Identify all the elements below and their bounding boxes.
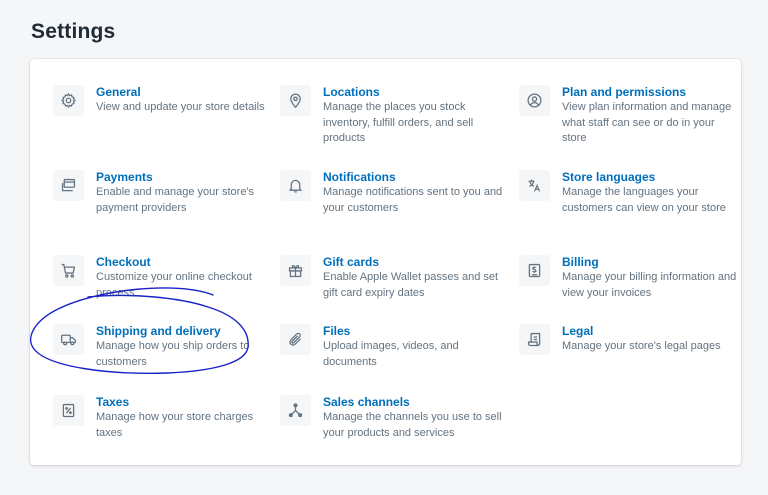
settings-item-description: Manage your store's legal pages xyxy=(562,340,721,352)
translate-icon xyxy=(519,170,550,201)
settings-item-title: Legal xyxy=(562,324,594,338)
page-title: Settings xyxy=(31,20,116,43)
settings-item-title: Shipping and delivery xyxy=(96,324,221,338)
settings-item-description: Enable Apple Wallet passes and set gift … xyxy=(323,271,499,299)
settings-page: Settings General View and update your st… xyxy=(0,0,768,495)
settings-item-title: Checkout xyxy=(96,255,151,269)
settings-item-title: Gift cards xyxy=(323,255,380,269)
settings-item-description: Manage the languages your customers can … xyxy=(562,186,726,214)
tax-icon xyxy=(53,395,84,426)
settings-card: General View and update your store detai… xyxy=(30,59,741,465)
settings-item-description: Manage the channels you use to sell your… xyxy=(323,411,502,439)
billing-icon xyxy=(519,255,550,286)
settings-item-description: View plan information and manage what st… xyxy=(562,101,732,144)
settings-item-title: General xyxy=(96,85,141,99)
settings-item-title: Sales channels xyxy=(323,395,410,409)
gear-icon xyxy=(53,85,84,116)
settings-item-description: Enable and manage your store's payment p… xyxy=(96,186,255,214)
settings-item-description: Upload images, videos, and documents xyxy=(323,340,459,368)
settings-item-description: Customize your online checkout process xyxy=(96,271,252,299)
settings-item-title: Taxes xyxy=(96,395,130,409)
payments-icon xyxy=(53,170,84,201)
truck-icon xyxy=(53,324,84,355)
paperclip-icon xyxy=(280,324,311,355)
settings-item-title: Plan and permissions xyxy=(562,85,687,99)
settings-item-title: Payments xyxy=(96,170,153,184)
settings-item-title: Billing xyxy=(562,255,599,269)
settings-item-title: Files xyxy=(323,324,351,338)
legal-document-icon xyxy=(519,324,550,355)
settings-item-title: Locations xyxy=(323,85,380,99)
settings-item-description: Manage notifications sent to you and you… xyxy=(323,186,503,214)
settings-item-description: Manage how your store charges taxes xyxy=(96,411,254,439)
settings-item-description: View and update your store details xyxy=(96,101,265,113)
cart-icon xyxy=(53,255,84,286)
settings-item-description: Manage the places you stock inventory, f… xyxy=(323,101,474,144)
location-pin-icon xyxy=(280,85,311,116)
settings-item-title: Notifications xyxy=(323,170,396,184)
gift-icon xyxy=(280,255,311,286)
settings-item-title: Store languages xyxy=(562,170,656,184)
sales-channels-icon xyxy=(280,395,311,426)
bell-icon xyxy=(280,170,311,201)
settings-item-description: Manage how you ship orders to customers xyxy=(96,340,250,368)
settings-item-description: Manage your billing information and view… xyxy=(562,271,737,299)
user-circle-icon xyxy=(519,85,550,116)
